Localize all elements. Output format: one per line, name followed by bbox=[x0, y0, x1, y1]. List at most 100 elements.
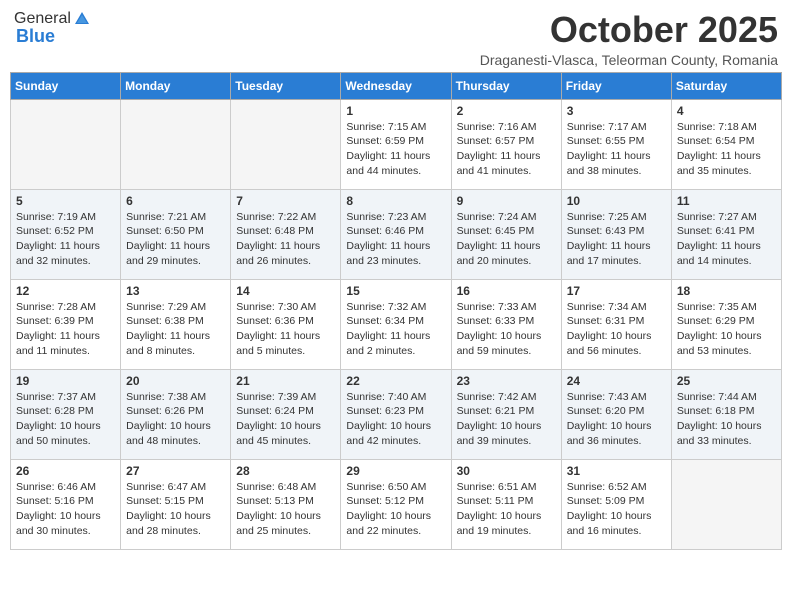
calendar-week-row: 12Sunrise: 7:28 AM Sunset: 6:39 PM Dayli… bbox=[11, 279, 782, 369]
title-section: October 2025 Draganesti-Vlasca, Teleorma… bbox=[480, 10, 778, 68]
calendar-cell: 23 Sunrise: 7:42 AM Sunset: 6:21 PM Dayli… bbox=[451, 369, 561, 459]
calendar-week-row: 1Sunrise: 7:15 AM Sunset: 6:59 PM Daylig… bbox=[11, 99, 782, 189]
calendar-cell: 24 Sunrise: 7:43 AM Sunset: 6:20 PM Dayli… bbox=[561, 369, 671, 459]
day-info: Sunrise: 7:42 AM Sunset: 6:21 PM Dayligh… bbox=[457, 390, 556, 449]
day-info: Sunrise: 7:27 AM Sunset: 6:41 PM Dayligh… bbox=[677, 210, 776, 269]
logo-blue-text: Blue bbox=[16, 26, 55, 47]
day-info: Sunrise: 7:24 AM Sunset: 6:45 PM Dayligh… bbox=[457, 210, 556, 269]
calendar-cell: 25 Sunrise: 7:44 AM Sunset: 6:18 PM Dayli… bbox=[671, 369, 781, 459]
calendar-cell: 30 Sunrise: 6:51 AM Sunset: 5:11 PM Dayli… bbox=[451, 459, 561, 549]
logo: General Blue bbox=[14, 10, 91, 47]
day-info: Sunrise: 7:23 AM Sunset: 6:46 PM Dayligh… bbox=[346, 210, 445, 269]
calendar-cell: 3 Sunrise: 7:17 AM Sunset: 6:55 PM Daylig… bbox=[561, 99, 671, 189]
day-info: Sunrise: 7:19 AM Sunset: 6:52 PM Dayligh… bbox=[16, 210, 115, 269]
day-info: Sunrise: 7:29 AM Sunset: 6:38 PM Dayligh… bbox=[126, 300, 225, 359]
calendar-cell: 9 Sunrise: 7:24 AM Sunset: 6:45 PM Daylig… bbox=[451, 189, 561, 279]
day-number: 27 bbox=[126, 464, 225, 478]
calendar-cell bbox=[11, 99, 121, 189]
day-number: 14 bbox=[236, 284, 335, 298]
day-number: 11 bbox=[677, 194, 776, 208]
day-info: Sunrise: 7:35 AM Sunset: 6:29 PM Dayligh… bbox=[677, 300, 776, 359]
day-number: 26 bbox=[16, 464, 115, 478]
day-number: 25 bbox=[677, 374, 776, 388]
day-number: 2 bbox=[457, 104, 556, 118]
day-info: Sunrise: 7:18 AM Sunset: 6:54 PM Dayligh… bbox=[677, 120, 776, 179]
day-info: Sunrise: 7:15 AM Sunset: 6:59 PM Dayligh… bbox=[346, 120, 445, 179]
day-number: 24 bbox=[567, 374, 666, 388]
weekday-header-friday: Friday bbox=[561, 72, 671, 99]
day-number: 31 bbox=[567, 464, 666, 478]
day-info: Sunrise: 7:38 AM Sunset: 6:26 PM Dayligh… bbox=[126, 390, 225, 449]
day-info: Sunrise: 7:32 AM Sunset: 6:34 PM Dayligh… bbox=[346, 300, 445, 359]
calendar-cell: 16Sunrise: 7:33 AM Sunset: 6:33 PM Dayli… bbox=[451, 279, 561, 369]
day-number: 17 bbox=[567, 284, 666, 298]
calendar-cell: 5Sunrise: 7:19 AM Sunset: 6:52 PM Daylig… bbox=[11, 189, 121, 279]
day-number: 20 bbox=[126, 374, 225, 388]
day-number: 21 bbox=[236, 374, 335, 388]
calendar-cell: 17Sunrise: 7:34 AM Sunset: 6:31 PM Dayli… bbox=[561, 279, 671, 369]
calendar-cell: 19 Sunrise: 7:37 AM Sunset: 6:28 PM Dayli… bbox=[11, 369, 121, 459]
month-title: October 2025 bbox=[480, 10, 778, 50]
day-info: Sunrise: 7:43 AM Sunset: 6:20 PM Dayligh… bbox=[567, 390, 666, 449]
day-info: Sunrise: 7:28 AM Sunset: 6:39 PM Dayligh… bbox=[16, 300, 115, 359]
weekday-header-tuesday: Tuesday bbox=[231, 72, 341, 99]
calendar-cell: 22 Sunrise: 7:40 AM Sunset: 6:23 PM Dayli… bbox=[341, 369, 451, 459]
day-number: 6 bbox=[126, 194, 225, 208]
day-info: Sunrise: 6:52 AM Sunset: 5:09 PM Dayligh… bbox=[567, 480, 666, 539]
day-number: 7 bbox=[236, 194, 335, 208]
calendar-cell bbox=[671, 459, 781, 549]
calendar-cell: 14 Sunrise: 7:30 AM Sunset: 6:36 PM Dayli… bbox=[231, 279, 341, 369]
weekday-header-row: SundayMondayTuesdayWednesdayThursdayFrid… bbox=[11, 72, 782, 99]
calendar-cell: 29 Sunrise: 6:50 AM Sunset: 5:12 PM Dayli… bbox=[341, 459, 451, 549]
day-info: Sunrise: 7:25 AM Sunset: 6:43 PM Dayligh… bbox=[567, 210, 666, 269]
day-number: 4 bbox=[677, 104, 776, 118]
calendar-cell: 11 Sunrise: 7:27 AM Sunset: 6:41 PM Dayli… bbox=[671, 189, 781, 279]
calendar-header: SundayMondayTuesdayWednesdayThursdayFrid… bbox=[11, 72, 782, 99]
day-number: 8 bbox=[346, 194, 445, 208]
day-info: Sunrise: 6:51 AM Sunset: 5:11 PM Dayligh… bbox=[457, 480, 556, 539]
day-number: 23 bbox=[457, 374, 556, 388]
weekday-header-wednesday: Wednesday bbox=[341, 72, 451, 99]
calendar-cell: 7 Sunrise: 7:22 AM Sunset: 6:48 PM Daylig… bbox=[231, 189, 341, 279]
day-info: Sunrise: 7:30 AM Sunset: 6:36 PM Dayligh… bbox=[236, 300, 335, 359]
calendar-cell: 20 Sunrise: 7:38 AM Sunset: 6:26 PM Dayli… bbox=[121, 369, 231, 459]
day-number: 13 bbox=[126, 284, 225, 298]
day-info: Sunrise: 7:37 AM Sunset: 6:28 PM Dayligh… bbox=[16, 390, 115, 449]
day-number: 19 bbox=[16, 374, 115, 388]
calendar-cell bbox=[121, 99, 231, 189]
day-info: Sunrise: 7:44 AM Sunset: 6:18 PM Dayligh… bbox=[677, 390, 776, 449]
day-info: Sunrise: 7:22 AM Sunset: 6:48 PM Dayligh… bbox=[236, 210, 335, 269]
day-info: Sunrise: 7:17 AM Sunset: 6:55 PM Dayligh… bbox=[567, 120, 666, 179]
day-number: 16 bbox=[457, 284, 556, 298]
day-info: Sunrise: 6:47 AM Sunset: 5:15 PM Dayligh… bbox=[126, 480, 225, 539]
day-info: Sunrise: 6:50 AM Sunset: 5:12 PM Dayligh… bbox=[346, 480, 445, 539]
calendar-cell: 31 Sunrise: 6:52 AM Sunset: 5:09 PM Dayli… bbox=[561, 459, 671, 549]
calendar-cell: 6Sunrise: 7:21 AM Sunset: 6:50 PM Daylig… bbox=[121, 189, 231, 279]
day-number: 22 bbox=[346, 374, 445, 388]
calendar-body: 1Sunrise: 7:15 AM Sunset: 6:59 PM Daylig… bbox=[11, 99, 782, 549]
day-info: Sunrise: 7:16 AM Sunset: 6:57 PM Dayligh… bbox=[457, 120, 556, 179]
day-info: Sunrise: 6:46 AM Sunset: 5:16 PM Dayligh… bbox=[16, 480, 115, 539]
calendar-cell: 27 Sunrise: 6:47 AM Sunset: 5:15 PM Dayli… bbox=[121, 459, 231, 549]
calendar-table: SundayMondayTuesdayWednesdayThursdayFrid… bbox=[10, 72, 782, 550]
calendar-cell bbox=[231, 99, 341, 189]
day-number: 9 bbox=[457, 194, 556, 208]
calendar-cell: 1Sunrise: 7:15 AM Sunset: 6:59 PM Daylig… bbox=[341, 99, 451, 189]
calendar-week-row: 5Sunrise: 7:19 AM Sunset: 6:52 PM Daylig… bbox=[11, 189, 782, 279]
day-number: 10 bbox=[567, 194, 666, 208]
calendar-cell: 10 Sunrise: 7:25 AM Sunset: 6:43 PM Dayli… bbox=[561, 189, 671, 279]
calendar-cell: 4 Sunrise: 7:18 AM Sunset: 6:54 PM Daylig… bbox=[671, 99, 781, 189]
day-number: 3 bbox=[567, 104, 666, 118]
weekday-header-saturday: Saturday bbox=[671, 72, 781, 99]
day-number: 30 bbox=[457, 464, 556, 478]
calendar-cell: 18Sunrise: 7:35 AM Sunset: 6:29 PM Dayli… bbox=[671, 279, 781, 369]
calendar-cell: 26 Sunrise: 6:46 AM Sunset: 5:16 PM Dayli… bbox=[11, 459, 121, 549]
page-header: General Blue October 2025 Draganesti-Vla… bbox=[10, 10, 782, 68]
day-number: 28 bbox=[236, 464, 335, 478]
day-number: 29 bbox=[346, 464, 445, 478]
weekday-header-monday: Monday bbox=[121, 72, 231, 99]
location-subtitle: Draganesti-Vlasca, Teleorman County, Rom… bbox=[480, 52, 778, 68]
day-info: Sunrise: 7:40 AM Sunset: 6:23 PM Dayligh… bbox=[346, 390, 445, 449]
calendar-cell: 12Sunrise: 7:28 AM Sunset: 6:39 PM Dayli… bbox=[11, 279, 121, 369]
calendar-cell: 21Sunrise: 7:39 AM Sunset: 6:24 PM Dayli… bbox=[231, 369, 341, 459]
